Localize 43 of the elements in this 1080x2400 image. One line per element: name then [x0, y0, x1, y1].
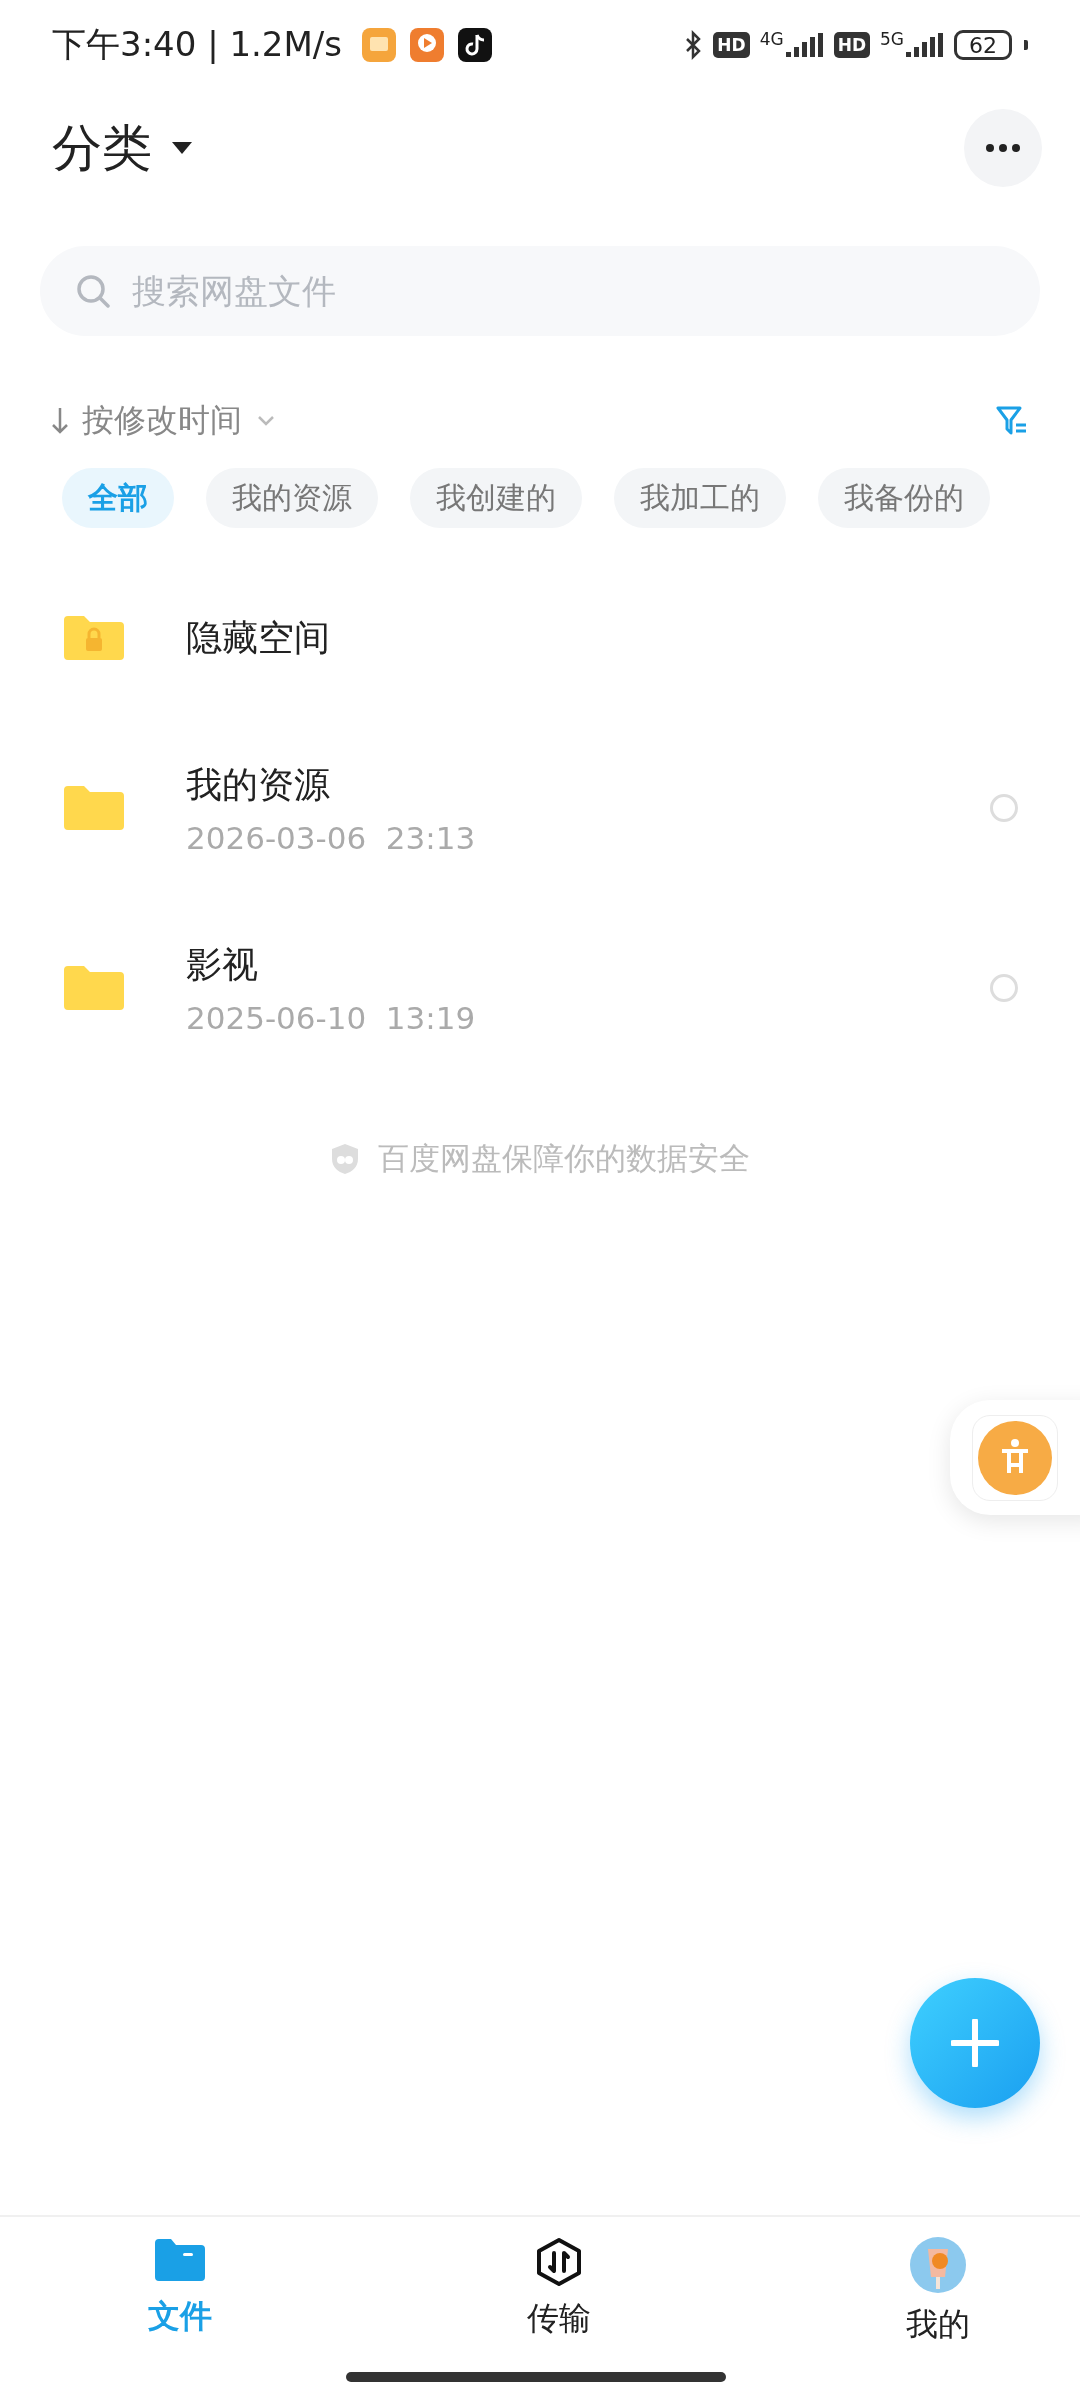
file-name[interactable]: 隐藏空间 [186, 613, 330, 663]
page-title[interactable]: 分类 [52, 114, 152, 182]
security-note: 百度网盘保障你的数据安全 [378, 1139, 750, 1178]
accessibility-icon [978, 1420, 1052, 1495]
signal-icon [785, 33, 824, 57]
more-icon [986, 144, 1020, 152]
filter-chip[interactable]: 全部 [62, 468, 174, 528]
status-time: 下午3:40 | 1.2M/s [52, 23, 342, 66]
network-type: 4G [759, 29, 784, 49]
locked-folder-icon [62, 614, 126, 662]
nav-tab[interactable]: 文件 [100, 2237, 260, 2347]
nav-tab[interactable]: 我的 [858, 2237, 1018, 2347]
hd-badge: HD [833, 32, 870, 58]
search-icon [76, 274, 110, 308]
modified-date: 2025-06-10 13:19 [186, 999, 476, 1036]
nav-tab[interactable]: 传输 [479, 2237, 639, 2347]
dropdown-caret-icon [172, 142, 192, 154]
select-checkbox[interactable] [990, 974, 1018, 1002]
select-checkbox[interactable] [990, 794, 1018, 822]
filter-chip[interactable]: 我备份的 [818, 468, 990, 528]
network-type: 5G [880, 29, 904, 49]
add-button[interactable] [910, 1978, 1040, 2108]
video-app-icon [410, 28, 444, 62]
filter-icon[interactable] [996, 405, 1028, 437]
shield-icon [330, 1143, 360, 1175]
file-name[interactable]: 我的资源 [186, 760, 476, 810]
file-name[interactable]: 影视 [186, 940, 476, 990]
sort-arrow-icon [52, 408, 68, 434]
battery-level: 62 [954, 30, 1012, 60]
filter-chip[interactable]: 我的资源 [206, 468, 378, 528]
filter-chip[interactable]: 我加工的 [614, 468, 786, 528]
accessibility-button[interactable] [950, 1400, 1080, 1515]
chevron-down-icon [258, 416, 274, 426]
music-note-app-icon [458, 28, 492, 62]
sort-dropdown[interactable]: 按修改时间 [82, 399, 274, 443]
plus-icon [951, 2019, 999, 2067]
filter-chip[interactable]: 我创建的 [410, 468, 582, 528]
signal-icon [906, 33, 944, 57]
chat-app-icon [362, 28, 396, 62]
hd-badge: HD [713, 32, 750, 58]
folder-icon [62, 784, 126, 832]
folder-icon [62, 964, 126, 1012]
modified-date: 2026-03-06 23:13 [186, 819, 476, 856]
